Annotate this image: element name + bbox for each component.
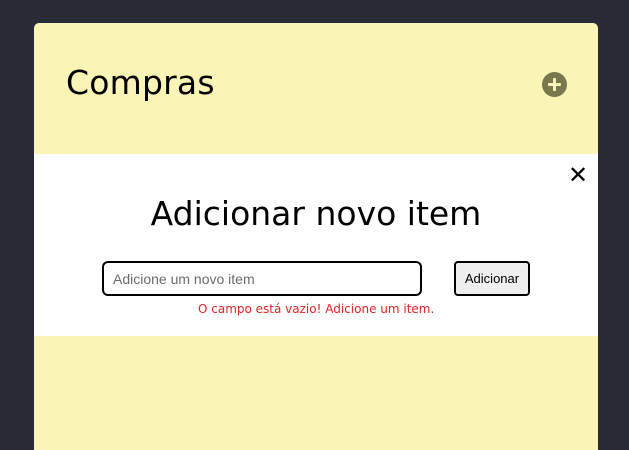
card-title: Compras — [66, 63, 215, 102]
close-icon[interactable]: ✕ — [568, 163, 588, 187]
new-item-input[interactable] — [102, 261, 422, 296]
add-item-modal: ✕ Adicionar novo item Adicionar O campo … — [34, 154, 598, 336]
error-message: O campo está vazio! Adicione um item. — [198, 302, 435, 316]
modal-title: Adicionar novo item — [150, 194, 482, 233]
add-item-icon[interactable] — [542, 72, 567, 97]
add-item-button[interactable]: Adicionar — [454, 261, 530, 296]
card-header: Compras — [34, 23, 598, 154]
